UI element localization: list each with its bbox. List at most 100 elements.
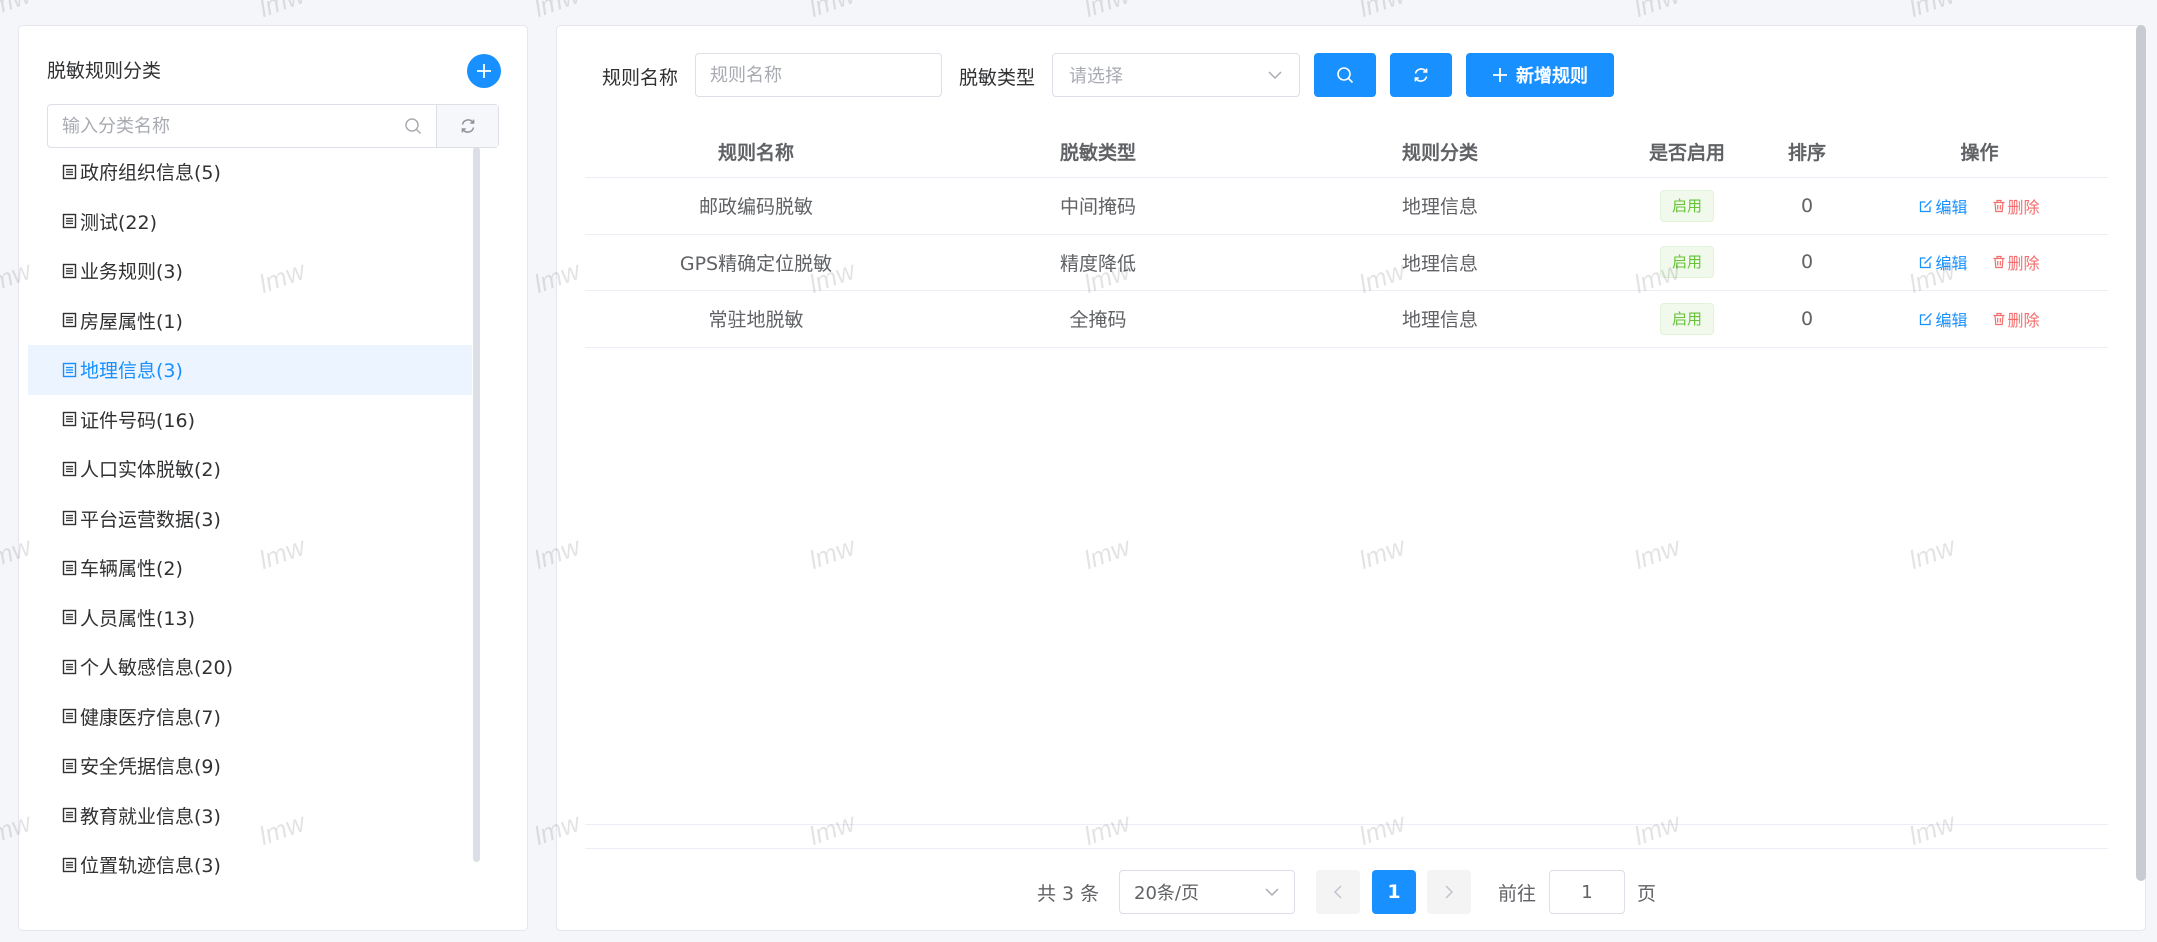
tree-item-label: 个人敏感信息(20) [80,657,234,680]
rule-name-input[interactable] [695,53,942,97]
goto-page-input[interactable] [1549,870,1625,914]
document-icon [62,412,77,427]
document-icon [62,610,77,625]
edit-icon [1920,312,1933,325]
tree-item[interactable]: 位置轨迹信息(3) [28,840,472,890]
delete-button[interactable]: 删除 [1992,307,2040,331]
next-page-button[interactable] [1427,870,1471,914]
delete-label: 删除 [2007,197,2040,217]
delete-label: 删除 [2007,254,2040,274]
delete-button[interactable]: 删除 [1992,250,2040,274]
tree-item-label: 房屋属性(1) [80,310,183,333]
tree-item[interactable]: 业务规则(3) [28,246,472,296]
pagination-total: 共 3 条 [1037,883,1100,905]
reset-button[interactable] [1390,53,1452,97]
tree-item[interactable]: 政府组织信息(5) [28,147,472,197]
column-header: 排序 [1787,142,1826,164]
cell-order: 0 [1800,251,1814,274]
column-header: 规则分类 [1401,142,1478,164]
page-size-value: 20条/页 [1134,883,1199,904]
add-category-button[interactable] [467,54,501,88]
tree-item-label: 健康医疗信息(7) [80,706,221,729]
tree-item-label: 教育就业信息(3) [80,805,221,828]
tree-item[interactable]: 房屋属性(1) [28,296,472,346]
table-divider [585,824,2108,825]
cell-mask-type: 精度降低 [1059,252,1136,275]
tree-item[interactable]: 健康医疗信息(7) [28,692,472,742]
column-header: 操作 [1960,142,1999,164]
search-icon[interactable] [398,105,428,147]
category-search [47,104,499,148]
tree-item-label: 安全凭据信息(9) [80,756,221,779]
table-divider [585,848,2108,849]
tree-item-label: 人口实体脱敏(2) [80,459,221,482]
tree-item[interactable]: 教育就业信息(3) [28,791,472,841]
tree-item[interactable]: 平台运营数据(3) [28,494,472,544]
watermark-text: lmw [255,0,309,24]
chevron-right-icon [1445,885,1454,899]
goto-label: 前往 [1498,883,1537,905]
tree-item-label: 证件号码(16) [80,409,196,432]
watermark-text: lmw [1630,0,1684,24]
tree-item[interactable]: 个人敏感信息(20) [28,642,472,692]
category-tree-scrollbar[interactable] [473,147,480,862]
refresh-icon [1414,68,1428,82]
document-icon [62,857,77,872]
edit-label: 编辑 [1935,310,1968,330]
watermark-text: lmw [1080,0,1134,24]
cell-rule-name: 邮政编码脱敏 [698,196,813,219]
edit-button[interactable]: 编辑 [1919,307,1968,331]
edit-icon [1920,256,1933,269]
table-row: GPS精确定位脱敏 精度降低 地理信息 启用 0 编辑 删除 [585,235,2108,291]
rule-name-label: 规则名称 [602,67,679,89]
trash-icon [1993,256,2004,269]
page-number-current[interactable]: 1 [1372,870,1416,914]
column-header: 脱敏类型 [1059,142,1136,164]
document-icon [62,263,77,278]
category-panel-title: 脱敏规则分类 [47,60,162,82]
plus-icon [477,64,491,78]
watermark-text: lmw [805,0,859,24]
tree-item[interactable]: 证件号码(16) [28,395,472,445]
edit-button[interactable]: 编辑 [1919,194,1968,218]
status-badge: 启用 [1659,246,1714,279]
prev-page-button[interactable] [1316,870,1360,914]
tree-item-label: 位置轨迹信息(3) [80,855,221,878]
mask-type-select[interactable]: 请选择 [1052,53,1300,97]
document-icon [62,758,77,773]
mask-type-label: 脱敏类型 [959,67,1036,89]
table-header: 规则名称 脱敏类型 规则分类 是否启用 排序 操作 [585,126,2108,178]
edit-icon [1920,199,1933,212]
tree-item-label: 政府组织信息(5) [80,162,221,185]
category-search-input[interactable] [48,105,398,147]
watermark-text: lmw [1905,0,1959,24]
page-size-select[interactable]: 20条/页 [1119,870,1295,914]
tree-item[interactable]: 人口实体脱敏(2) [28,444,472,494]
status-badge: 启用 [1659,189,1714,222]
add-rule-button[interactable]: 新增规则 [1466,53,1614,97]
status-badge: 启用 [1659,302,1714,335]
tree-item-label: 平台运营数据(3) [80,508,221,531]
tree-item[interactable]: 安全凭据信息(9) [28,741,472,791]
document-icon [62,313,77,328]
page-suffix: 页 [1637,883,1657,905]
tree-item[interactable]: 人员属性(13) [28,593,472,643]
add-rule-label: 新增规则 [1516,66,1588,87]
edit-label: 编辑 [1935,254,1968,274]
trash-icon [1993,312,2004,325]
page-scrollbar[interactable] [2136,25,2146,881]
delete-button[interactable]: 删除 [1992,194,2040,218]
plus-icon [1493,68,1507,82]
search-icon [1337,67,1354,84]
search-button[interactable] [1314,53,1376,97]
tree-item[interactable]: 地理信息(3) [28,345,472,395]
rules-table: 规则名称 脱敏类型 规则分类 是否启用 排序 操作 邮政编码脱敏 中间掩码 地理信息… [585,126,2108,348]
cell-category: 地理信息 [1401,252,1478,275]
tree-item[interactable]: 测试(22) [28,197,472,247]
column-header: 是否启用 [1648,142,1725,164]
edit-button[interactable]: 编辑 [1919,250,1968,274]
document-icon [62,560,77,575]
tree-item[interactable]: 车辆属性(2) [28,543,472,593]
category-refresh-button[interactable] [436,105,498,147]
table-row: 常驻地脱敏 全掩码 地理信息 启用 0 编辑 删除 [585,291,2108,348]
